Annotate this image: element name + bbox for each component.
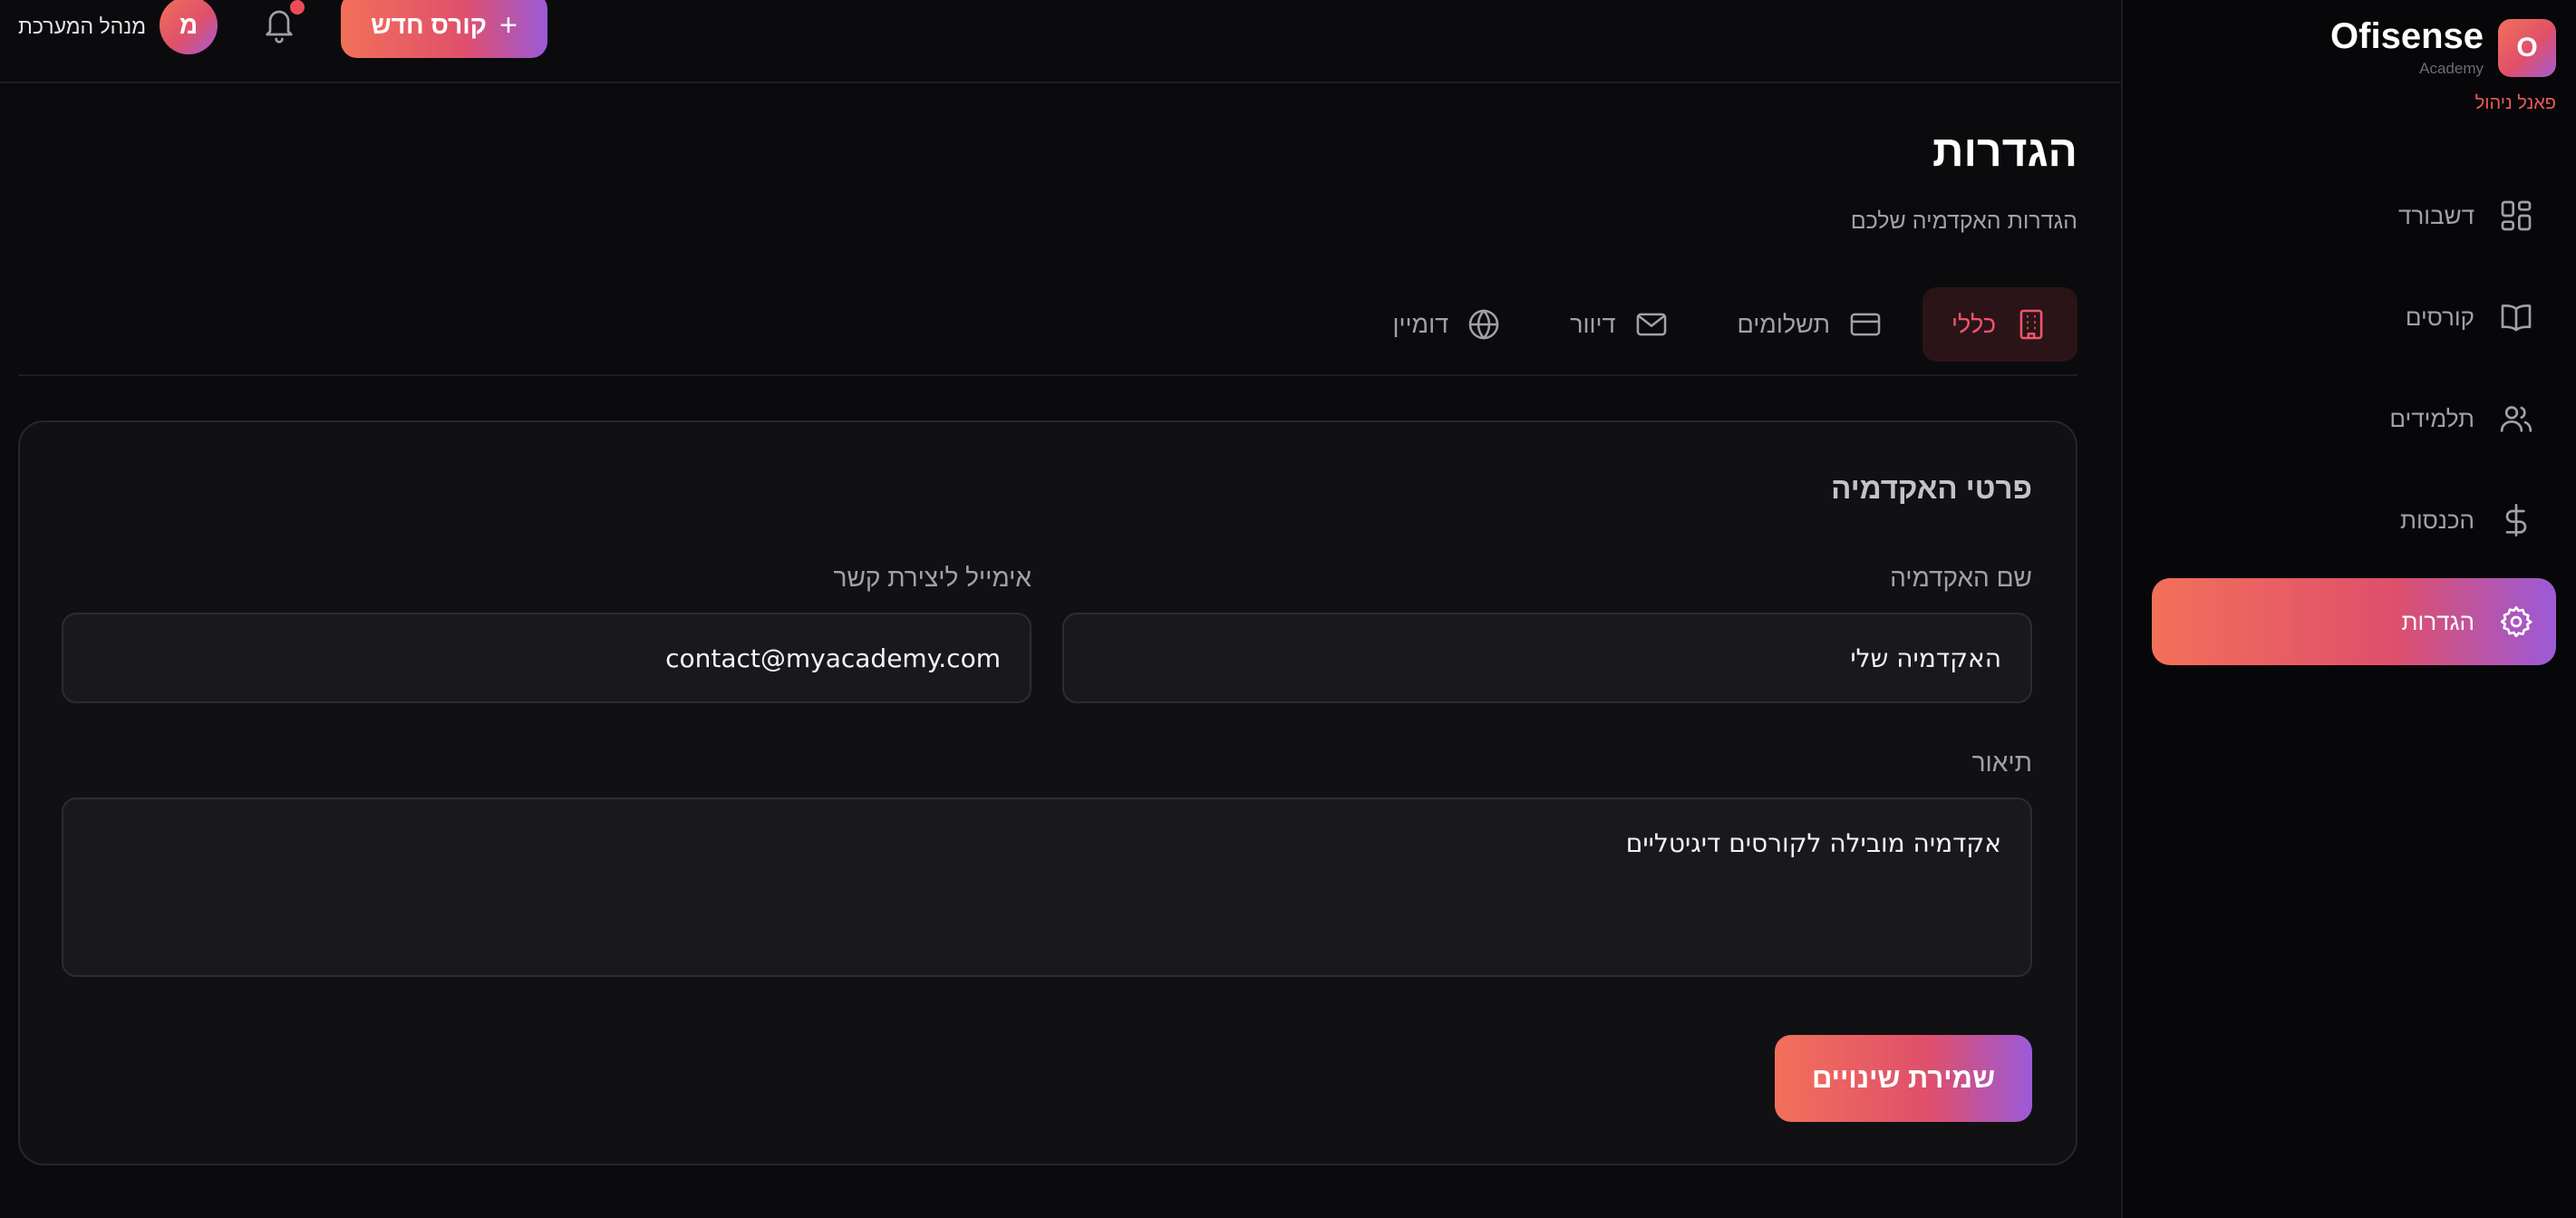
dollar-icon (2498, 502, 2534, 538)
notifications-button[interactable] (261, 0, 305, 47)
brand-logo: O (2498, 19, 2556, 77)
tab-payments[interactable]: תשלומים (1709, 287, 1912, 362)
sidebar-item-dashboard[interactable]: דשבורד (2152, 172, 2556, 259)
brand-sub: Academy (2419, 60, 2484, 77)
sidebar-item-revenue[interactable]: הכנסות (2152, 477, 2556, 564)
sidebar-item-label: דשבורד (2398, 201, 2474, 229)
sidebar: O Ofisense Academy פאנל ניהול דשבורד קור… (2121, 0, 2576, 1218)
section-title: פרטי האקדמיה (1831, 471, 2032, 505)
academy-details-card: פרטי האקדמיה שם האקדמיה האקדמיה שלי אימי… (18, 420, 2077, 1165)
sidebar-item-label: תלמידים (2389, 404, 2474, 432)
plus-icon: + (499, 8, 518, 43)
tabs-divider (18, 374, 2077, 376)
notification-badge (290, 0, 305, 14)
academy-name-label: שם האקדמיה (1890, 564, 2032, 592)
tab-label: תשלומים (1737, 310, 1830, 338)
contact-email-label: אימייל ליצירת קשר (833, 564, 1032, 592)
sidebar-item-label: הגדרות (2401, 607, 2475, 635)
academy-name-field[interactable]: האקדמיה שלי (1062, 613, 2032, 703)
sidebar-item-label: קורסים (2405, 303, 2474, 331)
tab-domain[interactable]: דומיין (1364, 287, 1531, 362)
brand[interactable]: O Ofisense Academy (2330, 18, 2556, 78)
contact-email-field[interactable]: contact@myacademy.com (62, 613, 1031, 703)
settings-tabs: כללי תשלומים דיוור דומיין (1364, 287, 2077, 362)
avatar[interactable]: מ (160, 0, 218, 54)
new-course-button[interactable]: + קורס חדש (341, 0, 547, 58)
tab-general[interactable]: כללי (1922, 287, 2077, 362)
credit-card-icon (1848, 307, 1883, 342)
tab-label: דיוור (1570, 310, 1616, 338)
tab-label: כללי (1951, 310, 1996, 338)
new-course-label: קורס חדש (371, 11, 487, 39)
page-title: הגדרות (1932, 128, 2077, 176)
brand-name: Ofisense (2330, 16, 2484, 56)
description-label: תיאור (1971, 749, 2032, 777)
building-icon (2014, 307, 2048, 342)
sidebar-nav: דשבורד קורסים תלמידים הכנסות הגדרות (2152, 172, 2556, 680)
globe-icon (1467, 307, 1501, 342)
dashboard-grid-icon (2498, 198, 2534, 234)
top-bar: מנהל המערכת מ + קורס חדש (0, 0, 2121, 83)
description-textarea[interactable]: אקדמיה מובילה לקורסים דיגיטליים (62, 798, 2032, 977)
gear-icon (2498, 604, 2534, 640)
mail-icon (1634, 307, 1669, 342)
sidebar-item-courses[interactable]: קורסים (2152, 274, 2556, 361)
tab-mailing[interactable]: דיוור (1541, 287, 1697, 362)
admin-name: מנהל המערכת (18, 14, 147, 38)
sidebar-item-label: הכנסות (2399, 506, 2474, 534)
page-subtitle: הגדרות האקדמיה שלכם (1850, 208, 2077, 234)
users-icon (2498, 401, 2534, 437)
book-icon (2498, 299, 2534, 335)
sidebar-item-settings[interactable]: הגדרות (2152, 578, 2556, 665)
tab-label: דומיין (1392, 310, 1449, 338)
save-changes-button[interactable]: שמירת שינויים (1775, 1035, 2032, 1122)
sidebar-item-students[interactable]: תלמידים (2152, 375, 2556, 462)
panel-label: פאנל ניהול (2474, 93, 2556, 113)
